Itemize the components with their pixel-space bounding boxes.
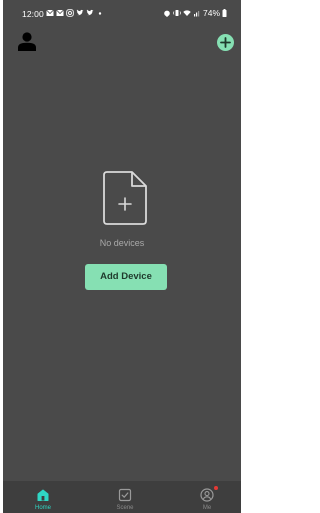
mail-icon — [56, 9, 64, 16]
add-document-icon — [103, 171, 147, 225]
wifi-icon — [183, 10, 191, 16]
bottom-nav: Home Scene Me — [3, 481, 241, 513]
nav-label-home: Home — [34, 505, 51, 511]
nav-item-me[interactable]: Me — [177, 481, 237, 513]
profile-icon — [200, 488, 214, 502]
add-device-button[interactable]: Add Device — [85, 264, 167, 290]
instagram-icon — [66, 9, 74, 17]
twitter-icon — [76, 9, 84, 16]
status-bar: 12:00 74% — [3, 0, 241, 28]
notification-icons — [46, 9, 104, 17]
battery-icon — [222, 9, 227, 17]
nav-item-home[interactable]: Home — [13, 481, 73, 513]
home-icon — [37, 489, 49, 501]
app-screen: 12:00 74% No devices Add Device Home Sce… — [3, 0, 241, 513]
person-icon[interactable] — [16, 31, 38, 51]
status-time: 12:00 — [22, 9, 44, 19]
alarm-icon — [164, 10, 170, 17]
nav-label-scene: Scene — [116, 505, 134, 511]
notification-badge — [214, 486, 218, 490]
vibrate-icon — [172, 10, 181, 16]
signal-icon — [193, 11, 200, 17]
twitter-icon — [86, 9, 94, 16]
nav-label-me: Me — [202, 505, 212, 511]
empty-state-message: No devices — [99, 238, 145, 248]
checkbox-icon — [118, 488, 132, 502]
dot-icon — [98, 12, 102, 15]
nav-item-scene[interactable]: Scene — [95, 481, 155, 513]
plus-circle-icon[interactable] — [217, 34, 234, 51]
mail-icon — [46, 9, 54, 16]
status-right: 74% — [163, 8, 227, 18]
battery-level: 74% — [202, 8, 220, 18]
